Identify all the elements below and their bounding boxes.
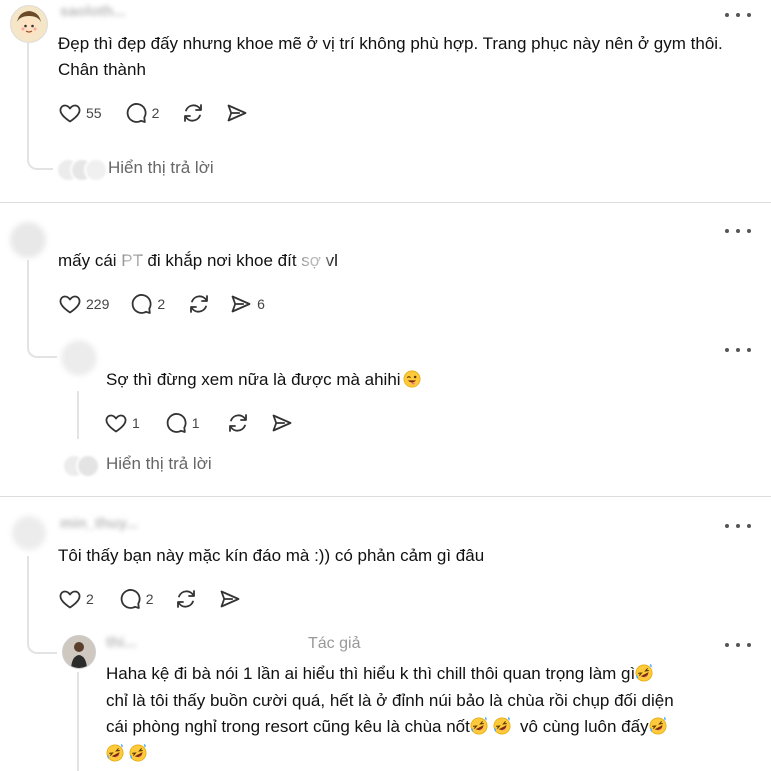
more-icon [725,348,729,352]
person-photo-icon [63,636,95,668]
thread-line [77,391,79,439]
share-button[interactable] [218,587,242,611]
send-icon [229,292,253,316]
thread-line [77,672,79,771]
thread-line [27,260,57,358]
comment-text: Tôi thấy bạn này mặc kín đáo mà :)) có p… [58,546,485,565]
show-replies-link[interactable]: Hiển thị trả lời [108,158,214,178]
reply-avatars [56,158,116,182]
avatar[interactable] [10,5,48,43]
reply-line: Haha kệ đi bà nói 1 lần ai hiểu thì hiểu… [106,664,636,683]
rofl-emoji [649,717,667,735]
action-bar: 1 1 [104,411,314,435]
more-icon [725,13,729,17]
like-count: 55 [86,105,102,121]
rofl-emoji [635,664,653,682]
rofl-emoji [470,717,488,735]
author-avatar[interactable] [62,635,96,669]
reply-count: 1 [191,415,200,431]
comment-icon [118,587,142,611]
like-button[interactable]: 55 [58,101,102,125]
comment-icon [124,101,148,125]
share-button[interactable] [225,101,249,125]
username[interactable]: thi... [106,634,137,651]
thread-line [27,43,53,170]
repost-icon [226,411,250,435]
more-options-button[interactable] [725,521,751,531]
more-options-button[interactable] [725,10,751,20]
reply-button[interactable]: 2 [124,101,160,125]
rofl-emoji [493,717,511,735]
share-count: 6 [257,296,265,312]
cartoon-face-icon [11,6,47,42]
more-options-button[interactable] [725,640,751,650]
send-icon [270,411,294,435]
repost-icon [187,292,211,316]
like-button[interactable]: 2 [58,587,94,611]
divider [0,496,771,497]
rofl-emoji [106,744,124,762]
more-options-button[interactable] [725,345,751,355]
reply-text: Haha kệ đi bà nói 1 lần ai hiểu thì hiểu… [106,661,756,767]
comment-text: mấy cái PT đi khắp nơi khoe đít sợ vl [58,251,338,270]
repost-button[interactable] [181,101,205,125]
divider [0,202,771,203]
blur-overlay [120,250,144,272]
reply-count: 2 [151,105,160,121]
avatar [84,158,108,182]
reply-button[interactable]: 2 [129,292,165,316]
username[interactable]: min_thuy... [60,515,138,532]
username[interactable]: saoloth... [60,3,126,20]
comment-icon [164,411,188,435]
author-badge: Tác giả [308,635,361,652]
heart-icon [58,292,82,316]
more-icon [725,643,729,647]
reply-button[interactable]: 2 [118,587,154,611]
reply-text: Sợ thì đừng xem nữa là được mà ahihi [106,367,726,393]
share-button[interactable] [270,411,294,435]
more-options-button[interactable] [725,226,751,236]
more-icon [725,524,729,528]
reply-button[interactable]: 1 [164,411,200,435]
comment-text: Đẹp thì đẹp đấy nhưng khoe mẽ ở vị trí k… [58,34,723,79]
repost-icon [174,587,198,611]
repost-button[interactable] [174,587,198,611]
reply-text-content: Sợ thì đừng xem nữa là được mà ahihi [106,370,401,389]
avatar[interactable] [62,341,96,375]
action-bar: 229 2 6 [58,292,285,316]
reply-avatars [62,454,102,478]
show-replies-link[interactable]: Hiển thị trả lời [106,454,212,474]
reply-count: 2 [145,591,154,607]
rofl-emoji [129,744,147,762]
send-icon [218,587,242,611]
repost-icon [181,101,205,125]
more-icon [725,229,729,233]
reply-line: vô cùng luôn đấy [520,717,649,736]
avatar[interactable] [10,222,46,258]
action-bar: 2 2 [58,587,262,611]
heart-icon [104,411,128,435]
repost-button[interactable] [187,292,211,316]
blur-overlay [352,250,382,272]
avatar [76,454,100,478]
reply-line: cái phòng nghỉ trong resort cũng kêu là … [106,717,470,736]
blur-overlay [300,250,328,272]
like-count: 2 [86,591,94,607]
like-count: 1 [132,415,140,431]
thread-line [27,556,57,654]
winking-face-tongue-emoji [403,370,421,388]
heart-icon [58,587,82,611]
share-button[interactable]: 6 [229,292,265,316]
heart-icon [58,101,82,125]
action-bar: 55 2 [58,101,269,125]
comment-icon [129,292,153,316]
like-count: 229 [86,296,110,312]
reply-count: 2 [157,296,166,312]
send-icon [225,101,249,125]
like-button[interactable]: 1 [104,411,140,435]
avatar[interactable] [12,516,46,550]
reply-line: chỉ là tôi thấy buồn cười quá, hết là ở … [106,690,674,710]
like-button[interactable]: 229 [58,292,109,316]
repost-button[interactable] [226,411,250,435]
